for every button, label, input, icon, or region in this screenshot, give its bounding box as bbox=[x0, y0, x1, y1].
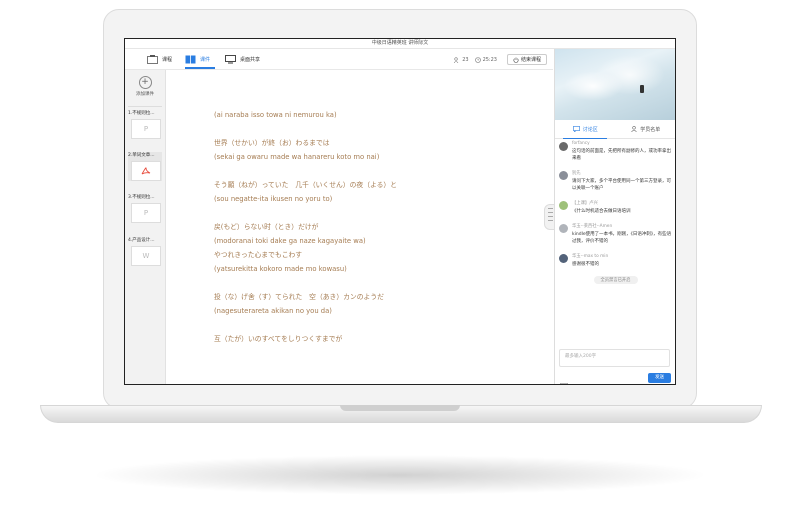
chat-message: 别先请问下大家，多个平台使用同一个第三方登录，可以关联一个账户 bbox=[559, 170, 672, 192]
message-author: 别先 bbox=[572, 171, 581, 176]
chat-input[interactable]: 最多输入200字 bbox=[559, 349, 670, 367]
avatar bbox=[559, 224, 568, 233]
message-text: 这句话的前面是，先把所有副修的人，或功率拿出来看 bbox=[572, 149, 671, 161]
courseware-item-1[interactable]: 1.不规则拉... P bbox=[128, 110, 162, 139]
avatar bbox=[559, 142, 568, 151]
window-title: 中级日语精英班 讲师际文 bbox=[125, 39, 675, 49]
document-line: 投（な）げ舍（す）てられた 空（あき）カンのようだ bbox=[214, 293, 384, 301]
courseware-icon bbox=[185, 55, 196, 63]
user-icon bbox=[631, 126, 637, 132]
class-timer-value: 25:23 bbox=[482, 56, 497, 63]
avatar bbox=[559, 171, 568, 180]
document-line: (sekai ga owaru made wa hanareru koto mo… bbox=[214, 153, 380, 161]
document-line: (sou negatte-ita ikusen no yoru to) bbox=[214, 195, 333, 203]
document-line: やつれきった心までもこわす bbox=[214, 251, 303, 259]
chat-message: 华玉--max to min 感谢很不错的 bbox=[559, 253, 672, 268]
message-list: forfancy 这句话的前面是，先把所有副修的人，或功率拿出来看 别先请问下大家… bbox=[555, 141, 675, 284]
message-author: 华玉--max to min bbox=[572, 254, 609, 259]
document-viewer[interactable]: (ai naraba isso towa ni nemurou ka) 世界（せか… bbox=[166, 70, 553, 384]
laptop-shadow bbox=[90, 455, 710, 495]
toolbar: 课程 课件 桌面共享 23 25:23 结束课程 bbox=[125, 49, 553, 70]
courseware-item-label: 1.不规则拉... bbox=[128, 111, 155, 116]
tab-discussion[interactable]: 讨论区 bbox=[555, 120, 616, 138]
tab-desktop-share-label: 桌面共享 bbox=[240, 56, 261, 63]
document-line: (ai naraba isso towa ni nemurou ka) bbox=[214, 111, 337, 119]
teacher-video bbox=[555, 49, 675, 120]
chat-message: 华玉--莱西社--Amen kindle使用了一本书，刚刚，《日语冲刺》，有些语过… bbox=[559, 223, 672, 245]
courseware-sidebar: + 添加课件 1.不规则拉... P 2.单词文章... 3.不规则拉... P… bbox=[125, 70, 166, 384]
ppt-file-icon: P bbox=[131, 119, 161, 139]
word-file-icon: W bbox=[131, 246, 161, 266]
book-icon bbox=[147, 54, 158, 64]
active-tab-indicator bbox=[563, 137, 607, 139]
chat-message: forfancy 这句话的前面是，先把所有副修的人，或功率拿出来看 bbox=[559, 141, 672, 162]
message-author: forfancy bbox=[572, 141, 590, 146]
tab-courseware-label: 课件 bbox=[200, 56, 211, 63]
message-text: kindle使用了一本书，刚刚，《日语冲刺》，有些语过我，评价不错的 bbox=[572, 232, 672, 244]
message-author: 【上课】卢兴 bbox=[572, 201, 598, 206]
message-text: 感谢很不错的 bbox=[572, 262, 599, 267]
courseware-item-2[interactable]: 2.单词文章... bbox=[128, 152, 162, 181]
chat-message: 【上课】卢兴《什么时机适合去做日语培训 bbox=[559, 200, 672, 215]
courseware-item-label: 3.不规则拉... bbox=[128, 195, 155, 200]
tab-desktop-share[interactable]: 桌面共享 bbox=[225, 53, 260, 65]
document-line: 世界（せかい）が終（お）わるまでは bbox=[214, 139, 330, 147]
end-class-label: 结束课程 bbox=[520, 57, 541, 63]
video-skier bbox=[640, 85, 644, 93]
send-button[interactable]: 发送 bbox=[648, 373, 671, 383]
tab-courseware[interactable]: 课件 bbox=[185, 53, 210, 65]
courseware-item-label: 4.产品设计... bbox=[128, 238, 155, 243]
toolbar-status: 23 25:23 结束课程 bbox=[448, 54, 547, 65]
end-class-button[interactable]: 结束课程 bbox=[506, 54, 547, 65]
document-line: (nagesuterareta akikan no you da) bbox=[214, 307, 332, 315]
pdf-file-icon bbox=[131, 161, 161, 181]
document-line: 戻(もど）らない时（とき）だけが bbox=[214, 223, 319, 231]
active-tab-indicator bbox=[185, 67, 215, 69]
tab-discussion-label: 讨论区 bbox=[582, 126, 598, 133]
add-courseware-button[interactable]: + 添加课件 bbox=[131, 76, 159, 97]
tab-course[interactable]: 课程 bbox=[147, 53, 172, 65]
image-upload-icon[interactable] bbox=[560, 375, 568, 384]
document-line: (modoranai toki dake ga naze kagayaite w… bbox=[214, 237, 366, 245]
courseware-item-4[interactable]: 4.产品设计... W bbox=[128, 237, 162, 266]
power-icon bbox=[513, 57, 519, 63]
right-panel: 讨论区 学员名单 forfancy 这句话的前面是，先把所有副修的人，或功率拿出来… bbox=[554, 49, 676, 384]
document-line: そう願（ねが）っていた 几千（いくせん）の夜（よる）と bbox=[214, 181, 397, 189]
monitor-icon bbox=[225, 54, 236, 63]
courseware-item-3[interactable]: 3.不规则拉... P bbox=[128, 194, 162, 223]
app-screen: 中级日语精英班 讲师际文 课程 课件 桌面共享 23 25:23 结束课程 + … bbox=[124, 38, 676, 385]
message-text: 请问下大家，多个平台使用同一个第三方登录，可以关联一个账户 bbox=[572, 179, 671, 191]
message-author: 华玉--莱西社--Amen bbox=[572, 224, 613, 229]
message-text: 《什么时机适合去做日语培训 bbox=[572, 209, 631, 214]
people-icon bbox=[454, 56, 459, 63]
tab-student-list[interactable]: 学员名单 bbox=[616, 120, 676, 138]
chat-tabs: 讨论区 学员名单 bbox=[555, 120, 676, 139]
class-timer: 25:23 bbox=[474, 56, 497, 63]
avatar bbox=[559, 201, 568, 210]
laptop-notch bbox=[340, 405, 460, 411]
divider bbox=[128, 106, 162, 107]
student-count: 23 bbox=[454, 56, 469, 63]
courseware-item-label: 2.单词文章... bbox=[128, 153, 155, 158]
document-line: 互（たが）いのすべてをしりつくすまでが bbox=[214, 335, 343, 343]
student-count-value: 23 bbox=[462, 56, 469, 63]
ppt-file-icon: P bbox=[131, 203, 161, 223]
mute-all-notice: 全员禁言已开启 bbox=[593, 276, 638, 284]
plus-icon: + bbox=[138, 76, 152, 89]
chat-icon bbox=[572, 126, 580, 132]
video-snow bbox=[563, 71, 623, 101]
tab-course-label: 课程 bbox=[162, 56, 173, 63]
add-courseware-label: 添加课件 bbox=[136, 92, 154, 97]
clock-icon bbox=[474, 56, 481, 63]
document-content: (ai naraba isso towa ni nemurou ka) 世界（せか… bbox=[214, 108, 543, 346]
avatar bbox=[559, 254, 568, 263]
tab-student-list-label: 学员名单 bbox=[640, 126, 661, 133]
document-line: (yatsurekitta kokoro made mo kowasu) bbox=[214, 265, 347, 273]
